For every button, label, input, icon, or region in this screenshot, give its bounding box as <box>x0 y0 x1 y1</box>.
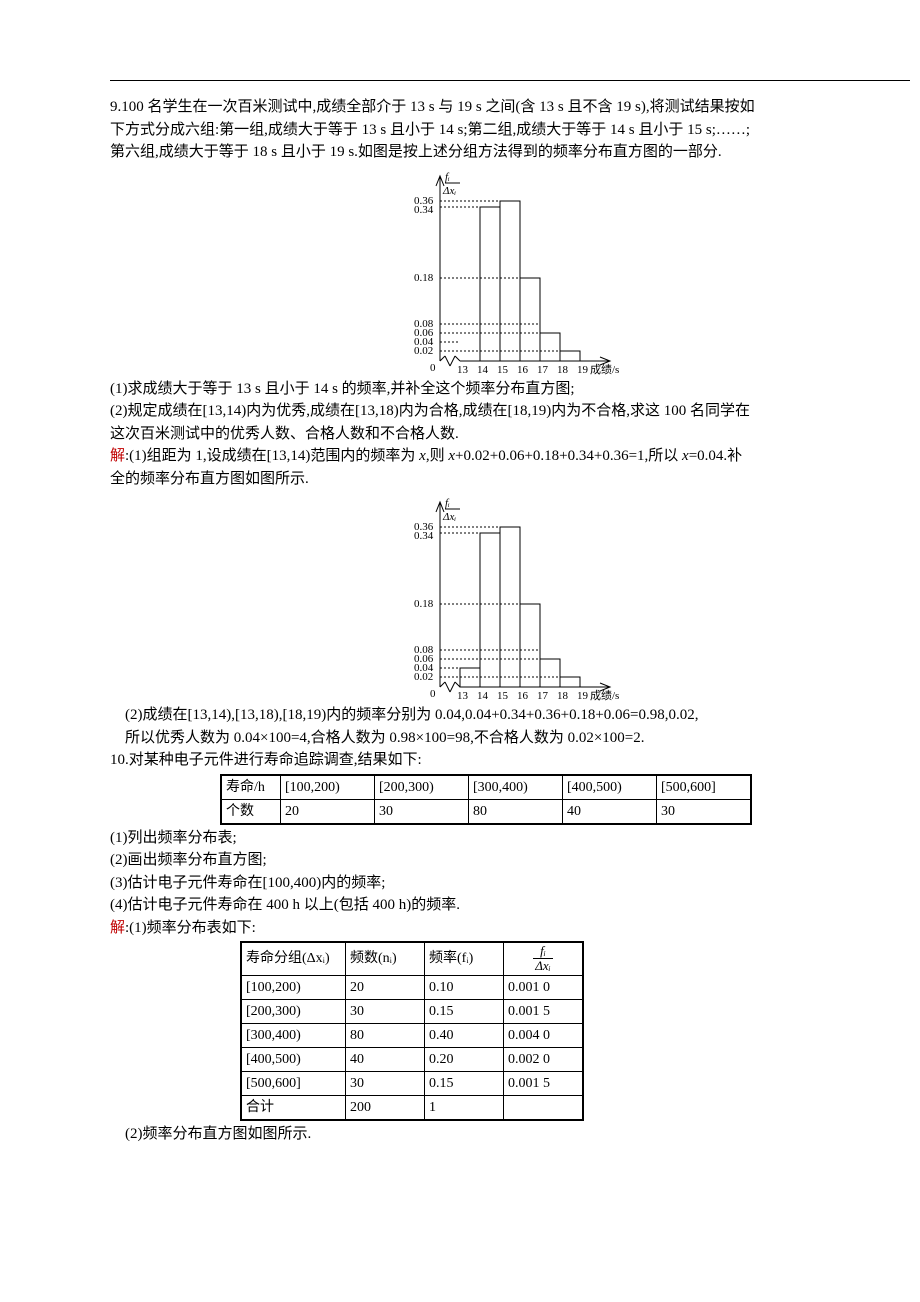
answer-label: 解 <box>110 448 125 464</box>
q9-line2: 下方式分成六组:第一组,成绩大于等于 13 s 且小于 14 s;第二组,成绩大… <box>110 119 910 142</box>
frequency-distribution-table: 寿命分组(Δxᵢ) 频数(nᵢ) 频率(fᵢ) fᵢ Δxᵢ [100,200)… <box>240 941 910 1121</box>
q10-intro: 10.对某种电子元件进行寿命追踪调查,结果如下: <box>110 749 910 772</box>
lifespan-count-table: 寿命/h [100,200) [200,300) [300,400) [400,… <box>220 774 910 825</box>
top-divider <box>110 80 910 81</box>
svg-text:13: 13 <box>457 364 469 376</box>
q10-sub3: (3)估计电子元件寿命在[100,400)内的频率; <box>110 872 910 895</box>
histogram-2: fᵢ Δxᵢ 0.36 0.34 0.18 0.08 0.06 0.04 0.0… <box>110 492 910 702</box>
table-row: [100,200)200.100.001 0 <box>241 975 583 999</box>
svg-text:0: 0 <box>430 688 436 700</box>
table-row: 合计2001 <box>241 1095 583 1120</box>
svg-text:19: 19 <box>577 364 589 376</box>
q10-sub1: (1)列出频率分布表; <box>110 827 910 850</box>
svg-text:18: 18 <box>557 690 569 702</box>
q9-sub2b: 这次百米测试中的优秀人数、合格人数和不合格人数. <box>110 423 910 446</box>
table-row: 寿命/h [100,200) [200,300) [300,400) [400,… <box>221 775 751 800</box>
svg-text:15: 15 <box>497 690 509 702</box>
svg-text:0.34: 0.34 <box>414 530 434 542</box>
svg-text:fᵢ: fᵢ <box>445 171 450 183</box>
q9-line1: 9.100 名学生在一次百米测试中,成绩全部介于 13 s 与 19 s 之间(… <box>110 96 910 119</box>
svg-text:16: 16 <box>517 364 529 376</box>
q9-answer-2b: 所以优秀人数为 0.04×100=4,合格人数为 0.98×100=98,不合格… <box>125 727 910 750</box>
table-row: [500,600]300.150.001 5 <box>241 1071 583 1095</box>
q9-answer-2a: (2)成绩在[13,14),[13,18),[18,19)内的频率分别为 0.0… <box>125 704 910 727</box>
q10-sub2: (2)画出频率分布直方图; <box>110 849 910 872</box>
q9-answer-line1b: 全的频率分布直方图如图所示. <box>110 468 910 491</box>
fraction-header: fᵢ Δxᵢ <box>533 944 552 974</box>
svg-text:16: 16 <box>517 690 529 702</box>
table-row: 寿命分组(Δxᵢ) 频数(nᵢ) 频率(fᵢ) fᵢ Δxᵢ <box>241 942 583 975</box>
histogram-1: fᵢ Δxᵢ 0.36 0.34 0.18 0.08 0.06 0.04 0.0… <box>110 166 910 376</box>
q10-sub4: (4)估计电子元件寿命在 400 h 以上(包括 400 h)的频率. <box>110 894 910 917</box>
svg-text:Δxᵢ: Δxᵢ <box>442 511 456 523</box>
table-row: 个数 20 30 80 40 30 <box>221 799 751 824</box>
svg-text:成绩/s: 成绩/s <box>590 689 619 702</box>
svg-text:0.18: 0.18 <box>414 272 434 284</box>
svg-text:14: 14 <box>477 690 489 702</box>
svg-text:fᵢ: fᵢ <box>445 497 450 509</box>
table-row: [300,400)800.400.004 0 <box>241 1023 583 1047</box>
svg-text:0.02: 0.02 <box>414 671 433 683</box>
svg-text:Δxᵢ: Δxᵢ <box>442 185 456 197</box>
svg-text:19: 19 <box>577 690 589 702</box>
q10-answer-1: 解:(1)频率分布表如下: <box>110 917 910 940</box>
svg-text:17: 17 <box>537 364 549 376</box>
document-page: 9.100 名学生在一次百米测试中,成绩全部介于 13 s 与 19 s 之间(… <box>110 0 910 1145</box>
q9-answer-line1: 解:(1)组距为 1,设成绩在[13,14)范围内的频率为 x,则 x+0.02… <box>110 445 910 468</box>
svg-text:14: 14 <box>477 364 489 376</box>
q9-sub2a: (2)规定成绩在[13,14)内为优秀,成绩在[13,18)内为合格,成绩在[1… <box>110 400 910 423</box>
svg-text:0: 0 <box>430 362 436 374</box>
svg-text:0.18: 0.18 <box>414 598 434 610</box>
q10-answer-2: (2)频率分布直方图如图所示. <box>125 1123 910 1146</box>
svg-text:成绩/s: 成绩/s <box>590 363 619 376</box>
svg-text:0.34: 0.34 <box>414 204 434 216</box>
q9-sub1: (1)求成绩大于等于 13 s 且小于 14 s 的频率,并补全这个频率分布直方… <box>110 378 910 401</box>
table-row: [400,500)400.200.002 0 <box>241 1047 583 1071</box>
table-row: [200,300)300.150.001 5 <box>241 999 583 1023</box>
svg-text:17: 17 <box>537 690 549 702</box>
svg-text:13: 13 <box>457 690 469 702</box>
svg-text:0.02: 0.02 <box>414 345 433 357</box>
svg-text:18: 18 <box>557 364 569 376</box>
svg-text:15: 15 <box>497 364 509 376</box>
q9-line3: 第六组,成绩大于等于 18 s 且小于 19 s.如图是按上述分组方法得到的频率… <box>110 141 910 164</box>
answer-label: 解 <box>110 920 125 936</box>
